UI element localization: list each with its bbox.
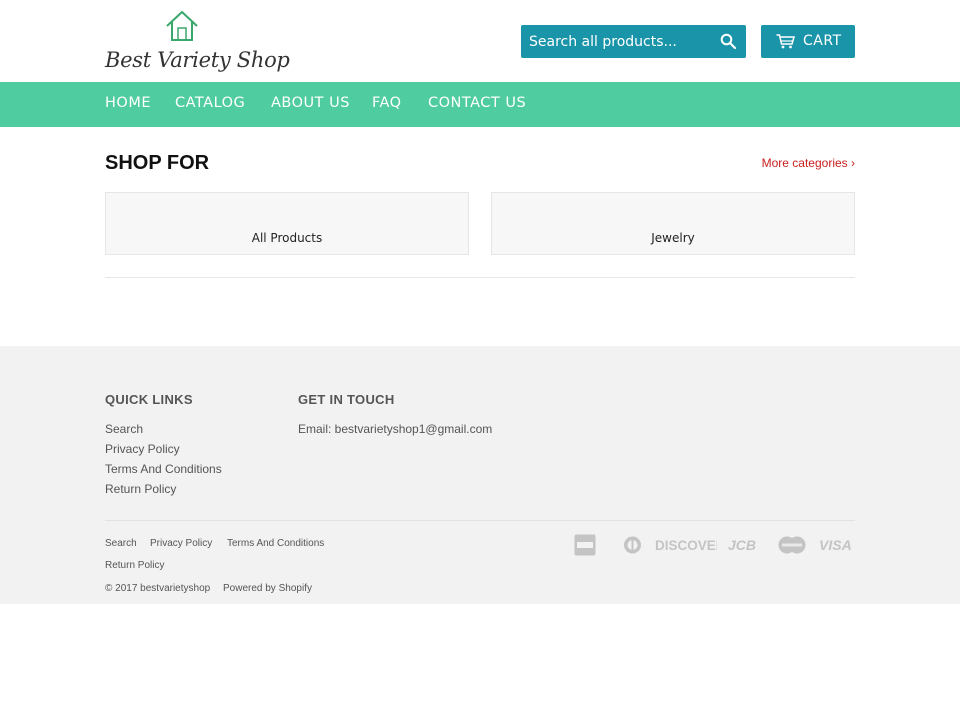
copyright-text: © 2017 bestvarietyshop <box>105 583 211 594</box>
store-logo[interactable]: Best Variety Shop <box>105 10 290 72</box>
footer-bottom-link-search[interactable]: Search <box>105 538 137 549</box>
page-title: SHOP FOR <box>105 152 210 174</box>
house-icon <box>166 10 198 41</box>
contact-email: Email: bestvarietyshop1@gmail.com <box>298 422 493 436</box>
cart-button[interactable]: CART <box>761 25 855 58</box>
cart-label: CART <box>803 33 842 49</box>
diners-club-icon <box>624 536 641 554</box>
footer-bottom-link-privacy-policy[interactable]: Privacy Policy <box>150 538 212 549</box>
get-in-touch-heading: GET IN TOUCH <box>298 392 395 407</box>
powered-by-shopify-link[interactable]: Powered by Shopify <box>223 583 312 594</box>
footer-divider <box>105 520 855 521</box>
footer-bottom-link-return-policy[interactable]: Return Policy <box>105 560 164 571</box>
nav-item-catalog[interactable]: CATALOG <box>175 95 245 111</box>
american-express-icon <box>574 534 596 556</box>
footer-link-privacy-policy[interactable]: Privacy Policy <box>105 442 180 456</box>
site-header: Best Variety Shop CART <box>0 0 960 82</box>
more-categories-link[interactable]: More categories › <box>762 156 855 170</box>
collection-label: Jewelry <box>651 231 695 245</box>
discover-text: DISCOVER <box>655 538 717 552</box>
nav-item-home[interactable]: HOME <box>105 95 151 111</box>
collection-label: All Products <box>251 231 323 245</box>
search-input[interactable] <box>521 25 711 58</box>
search-icon <box>720 33 737 50</box>
footer-link-return-policy[interactable]: Return Policy <box>105 482 176 496</box>
visa-icon: VISA <box>819 538 852 552</box>
main-navigation: HOME CATALOG ABOUT US FAQ CONTACT US <box>0 82 960 127</box>
logo-text: Best Variety Shop <box>105 48 290 72</box>
discover-icon: DISCOVER <box>655 538 717 552</box>
quick-links-heading: QUICK LINKS <box>105 392 193 407</box>
nav-item-faq[interactable]: FAQ <box>372 95 402 111</box>
mastercard-icon <box>778 536 806 554</box>
footer-link-search[interactable]: Search <box>105 422 143 436</box>
section-divider <box>105 277 855 278</box>
search-button[interactable] <box>720 33 738 51</box>
collection-card-jewelry[interactable]: Jewelry <box>491 192 855 255</box>
nav-item-about-us[interactable]: ABOUT US <box>271 95 350 111</box>
nav-item-contact-us[interactable]: CONTACT US <box>428 95 526 111</box>
footer-bottom-link-terms-and-conditions[interactable]: Terms And Conditions <box>227 538 324 549</box>
search-form <box>521 25 746 58</box>
collection-card-all-products[interactable]: All Products <box>105 192 469 255</box>
cart-icon <box>776 34 795 49</box>
site-footer: QUICK LINKS Search Privacy Policy Terms … <box>0 346 960 604</box>
jcb-icon: JCB <box>728 538 756 552</box>
jcb-text: JCB <box>728 538 756 552</box>
visa-text: VISA <box>819 538 852 552</box>
footer-link-terms-and-conditions[interactable]: Terms And Conditions <box>105 462 222 476</box>
